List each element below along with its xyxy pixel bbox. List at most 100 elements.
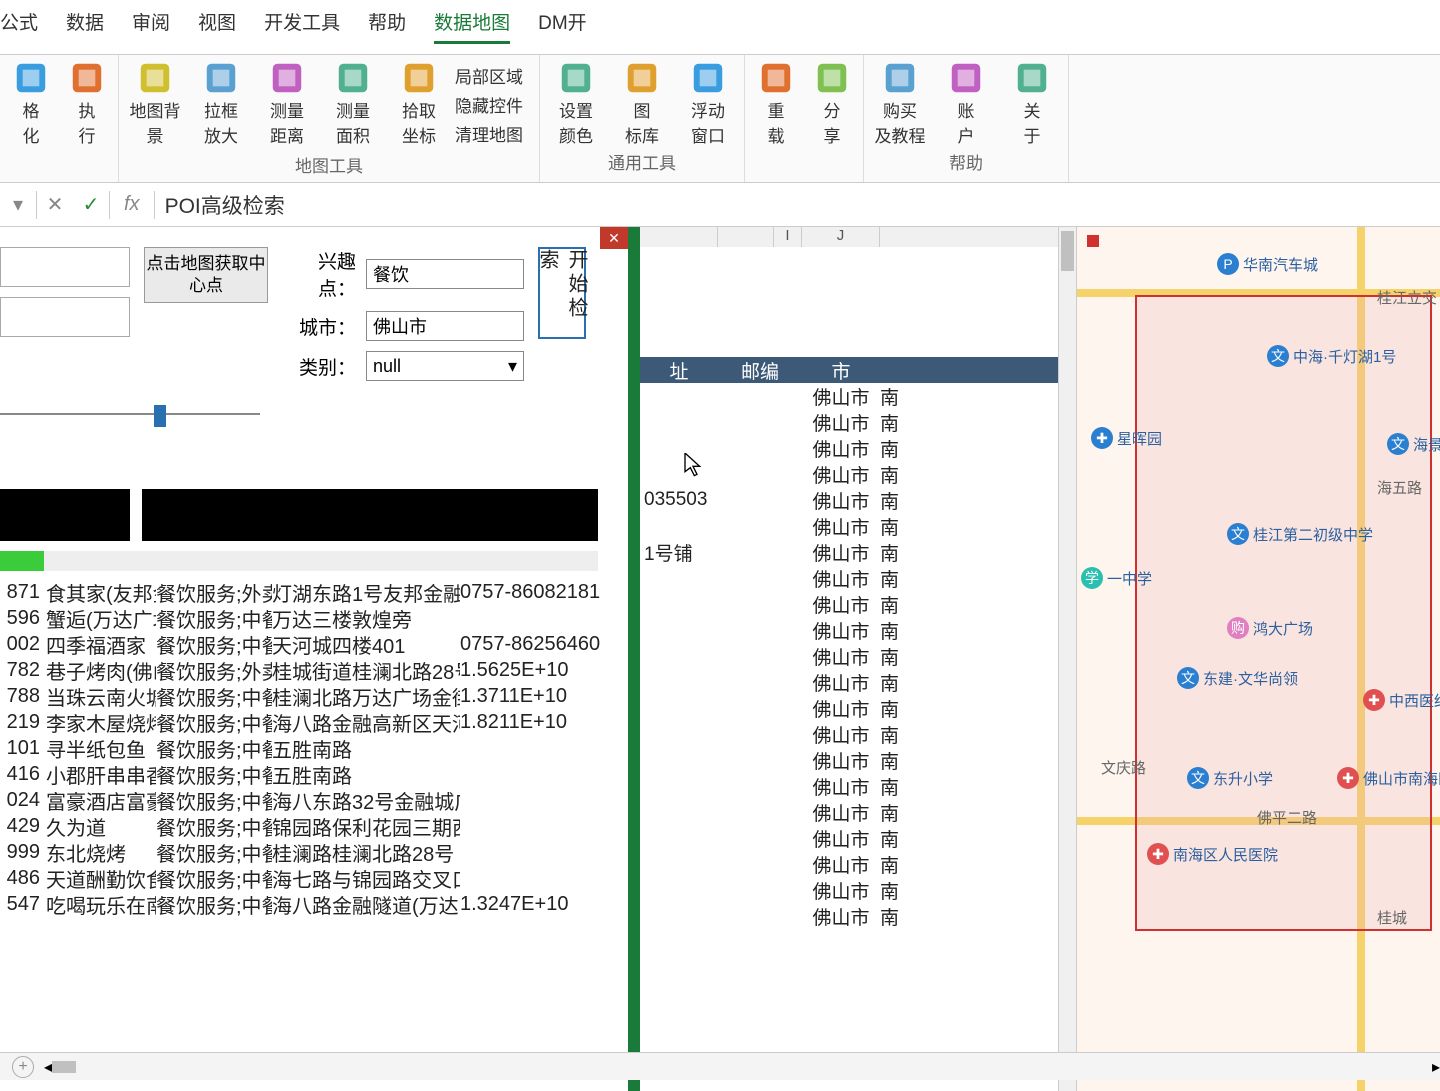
table-row[interactable]: 佛山市南: [640, 513, 1076, 539]
table-row[interactable]: 999东北烧烤餐饮服务;中餐桂澜路桂澜北路28号: [0, 839, 628, 865]
table-row[interactable]: 佛山市南: [640, 773, 1076, 799]
confirm-icon[interactable]: ✓: [73, 192, 109, 217]
table-row[interactable]: 佛山市南: [640, 747, 1076, 773]
table-row[interactable]: 佛山市南: [640, 435, 1076, 461]
table-row[interactable]: 788当珠云南火塘餐饮服务;中餐桂澜北路万达广场金街1.3711E+10: [0, 683, 628, 709]
ribbon-button[interactable]: 浮动窗口: [680, 59, 736, 147]
table-row[interactable]: 002四季福酒家餐饮服务;中餐天河城四楼4010757-86256460: [0, 631, 628, 657]
ribbon-button[interactable]: 重载: [753, 59, 799, 147]
ribbon-text-button[interactable]: 隐藏控件: [455, 92, 523, 117]
vertical-scrollbar[interactable]: [1058, 227, 1076, 1091]
map-poi[interactable]: ✚南海区人民医院: [1147, 843, 1278, 865]
menu-item[interactable]: 开发工具: [264, 8, 340, 44]
ribbon-button[interactable]: 地图背景: [127, 59, 183, 150]
table-row[interactable]: 佛山市南: [640, 877, 1076, 903]
table-row[interactable]: 782巷子烤肉(佛山餐饮服务;外卖桂城街道桂澜北路28号1.5625E+10: [0, 657, 628, 683]
namebox-dropdown[interactable]: ▾: [0, 192, 36, 217]
map-poi[interactable]: ✚佛山市南海区桂城医院: [1337, 767, 1440, 789]
ribbon-button[interactable]: 分享: [809, 59, 855, 147]
table-row[interactable]: 佛山市南: [640, 799, 1076, 825]
menu-item[interactable]: 数据地图: [434, 8, 510, 44]
poi-input[interactable]: [366, 259, 524, 289]
col-header[interactable]: [718, 227, 774, 247]
table-row[interactable]: 佛山市南: [640, 617, 1076, 643]
ribbon-button[interactable]: 格化: [8, 59, 54, 147]
formula-value[interactable]: POI高级检索: [155, 190, 285, 220]
ribbon-button[interactable]: 设置颜色: [548, 59, 604, 147]
table-row[interactable]: 佛山市南: [640, 695, 1076, 721]
radius-slider[interactable]: [0, 399, 260, 429]
map-poi[interactable]: 学一中学: [1081, 567, 1152, 589]
table-row[interactable]: 佛山市南: [640, 591, 1076, 617]
center-coord-input-2[interactable]: [0, 297, 130, 337]
poi-icon: 文: [1227, 523, 1249, 545]
slider-thumb[interactable]: [154, 405, 166, 427]
table-row[interactable]: 佛山市南: [640, 409, 1076, 435]
table-row[interactable]: 佛山市南: [640, 825, 1076, 851]
table-row[interactable]: 佛山市南: [640, 721, 1076, 747]
horizontal-scrollbar[interactable]: ◂▸: [44, 1057, 1440, 1077]
ribbon-button[interactable]: 测量面积: [325, 59, 381, 150]
cancel-icon[interactable]: ✕: [37, 192, 73, 217]
ribbon-button[interactable]: 购买及教程: [872, 59, 928, 147]
table-row[interactable]: 101寻半纸包鱼餐饮服务;中餐五胜南路: [0, 735, 628, 761]
ribbon-button[interactable]: 测量距离: [259, 59, 315, 150]
category-select[interactable]: null ▾: [366, 351, 524, 381]
table-row[interactable]: 佛山市南: [640, 851, 1076, 877]
ribbon-button[interactable]: 关于: [1004, 59, 1060, 147]
ribbon-text-button[interactable]: 清理地图: [455, 121, 523, 146]
menu-item[interactable]: 帮助: [368, 8, 406, 44]
table-row[interactable]: 024富豪酒店富豪餐饮服务;中餐海八东路32号金融城广场富豪酒店5楼: [0, 787, 628, 813]
ribbon-button[interactable]: 执行: [64, 59, 110, 147]
fx-label[interactable]: fx: [110, 193, 154, 216]
table-row[interactable]: 1号铺佛山市南: [640, 539, 1076, 565]
table-row[interactable]: 佛山市南: [640, 903, 1076, 929]
ribbon-button[interactable]: 拾取坐标: [391, 59, 447, 150]
table-row[interactable]: 871食其家(友邦金餐饮服务;外卖灯湖东路1号友邦金融0757-86082181: [0, 579, 628, 605]
table-row[interactable]: 547吃喝玩乐在南餐饮服务;中餐海八路金融隧道(万达1.3247E+10: [0, 891, 628, 917]
cell: 024: [0, 789, 44, 812]
map-poi[interactable]: ✚中西医结合医: [1363, 689, 1440, 711]
menu-item[interactable]: 审阅: [132, 8, 170, 44]
map-poi[interactable]: P华南汽车城: [1217, 253, 1318, 275]
table-row[interactable]: 219李家木屋烧烤餐饮服务;中餐海八路金融高新区天河1.8211E+10: [0, 709, 628, 735]
col-header[interactable]: [640, 227, 718, 247]
map-view[interactable]: P华南汽车城桂江立交文中海·千灯湖1号✚星晖园文海景花园海五路文桂江第二初级中学…: [1076, 227, 1440, 1091]
table-row[interactable]: 416小郡肝串串香餐饮服务;中餐五胜南路: [0, 761, 628, 787]
table-row[interactable]: 035503佛山市南: [640, 487, 1076, 513]
map-poi[interactable]: 文中海·千灯湖1号: [1267, 345, 1396, 367]
col-header-I[interactable]: I: [774, 227, 802, 247]
ribbon-button[interactable]: 拉框放大: [193, 59, 249, 150]
map-poi[interactable]: 文海景花园: [1387, 433, 1440, 455]
close-icon[interactable]: ✕: [600, 227, 628, 249]
city-input[interactable]: [366, 311, 524, 341]
table-row[interactable]: 佛山市南: [640, 383, 1076, 409]
map-poi[interactable]: 文桂江第二初级中学: [1227, 523, 1373, 545]
add-sheet-button[interactable]: +: [12, 1056, 34, 1078]
table-row[interactable]: 596蟹逅(万达广场餐饮服务;中餐万达三楼敦煌旁: [0, 605, 628, 631]
center-coord-input[interactable]: [0, 247, 130, 287]
menu-item[interactable]: DM开: [538, 8, 587, 44]
ribbon-text-button[interactable]: 局部区域: [455, 63, 523, 88]
menu-item[interactable]: 数据: [66, 8, 104, 44]
table-row[interactable]: 佛山市南: [640, 643, 1076, 669]
table-row[interactable]: 佛山市南: [640, 565, 1076, 591]
map-poi[interactable]: 购鸿大广场: [1227, 617, 1313, 639]
start-search-button[interactable]: 开始检索: [538, 247, 586, 339]
map-road-label: 佛平二路: [1257, 807, 1317, 828]
map-poi[interactable]: ✚星晖园: [1091, 427, 1162, 449]
map-poi[interactable]: 文东升小学: [1187, 767, 1273, 789]
map-poi[interactable]: 文东建·文华尚领: [1177, 667, 1298, 689]
menu-item[interactable]: 公式: [0, 8, 38, 44]
table-row[interactable]: 486天道酬勤饮食餐饮服务;中餐海七路与锦园路交叉口南100米: [0, 865, 628, 891]
table-row[interactable]: 429久为道餐饮服务;中餐锦园路保利花园三期西门: [0, 813, 628, 839]
vertical-splitter[interactable]: [628, 227, 640, 1091]
cell: 富豪酒店富豪: [44, 786, 156, 815]
table-row[interactable]: 佛山市南: [640, 461, 1076, 487]
get-center-button[interactable]: 点击地图获取中心点: [144, 247, 268, 303]
ribbon-button[interactable]: 图标库: [614, 59, 670, 147]
menu-item[interactable]: 视图: [198, 8, 236, 44]
ribbon-button[interactable]: 账户: [938, 59, 994, 147]
col-header-J[interactable]: J: [802, 227, 880, 247]
table-row[interactable]: 佛山市南: [640, 669, 1076, 695]
